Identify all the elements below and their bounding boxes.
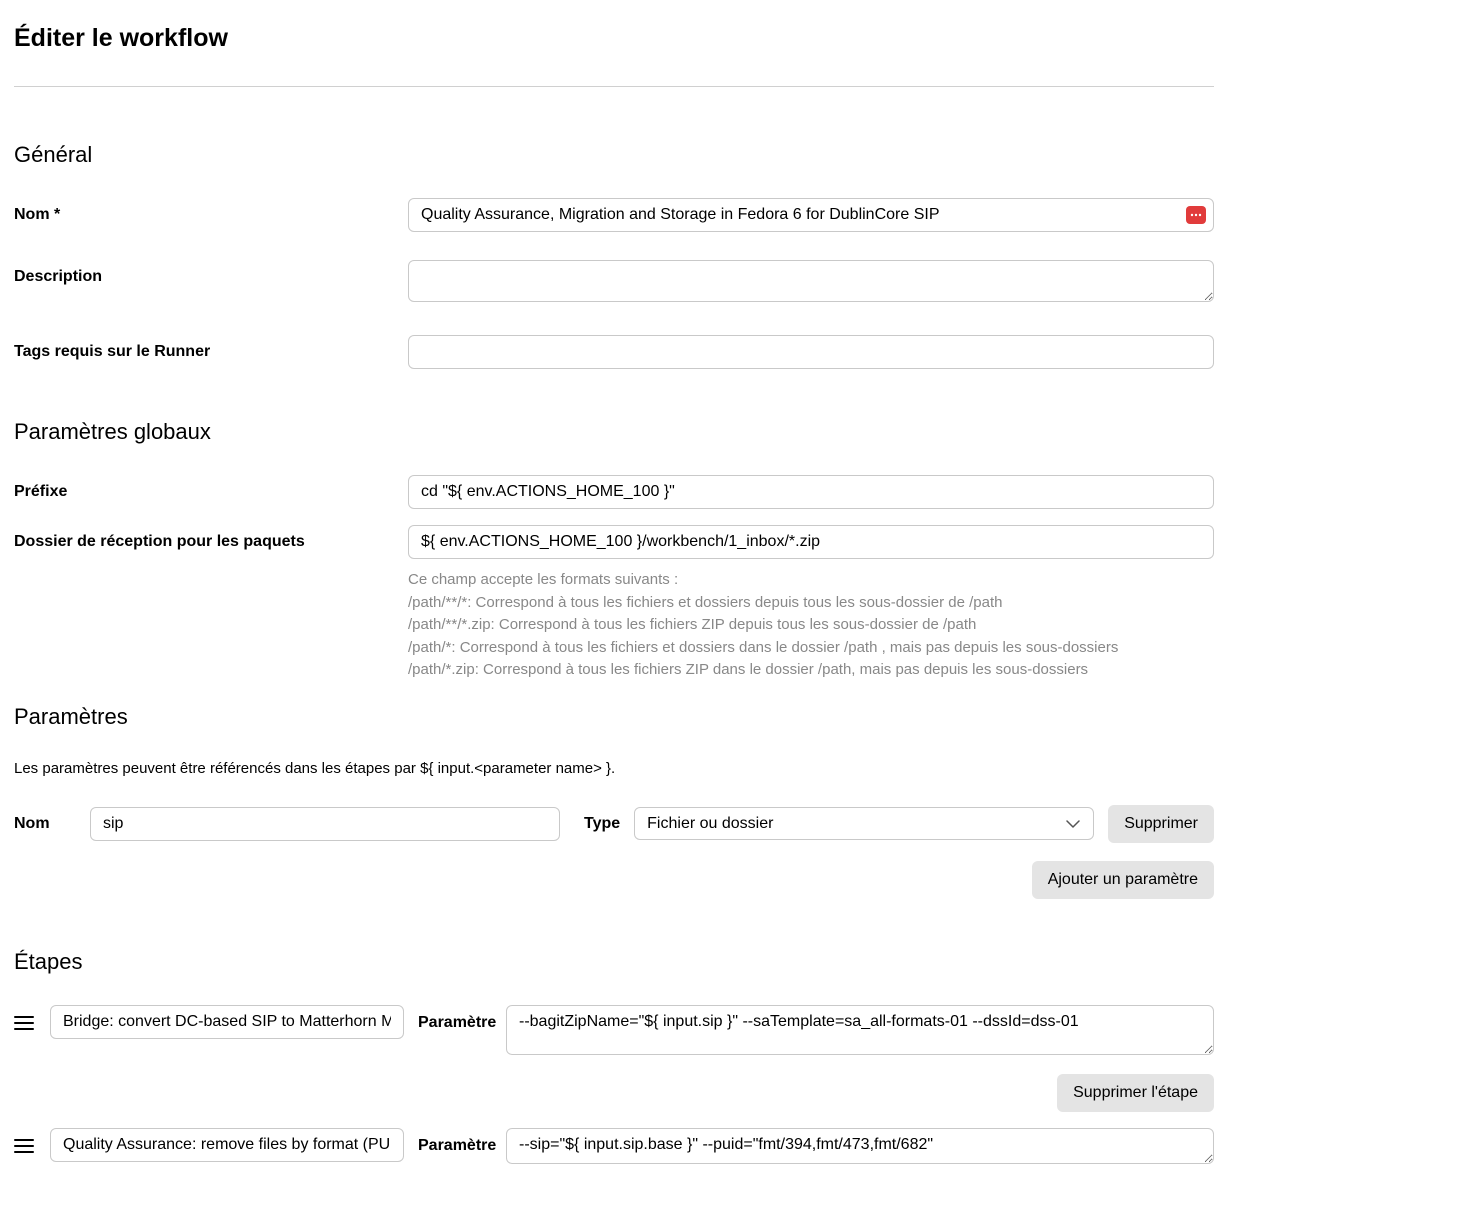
param-name-label: Nom (14, 815, 76, 833)
help-line: /path/*.zip: Correspond à tous les fichi… (408, 659, 1214, 682)
param-name-input[interactable] (90, 807, 560, 841)
inbox-label: Dossier de réception pour les paquets (14, 525, 408, 551)
section-general-heading: Général (14, 142, 1214, 168)
add-param-row: Ajouter un paramètre (14, 861, 1214, 899)
prefix-input[interactable] (408, 475, 1214, 509)
step-param-input[interactable]: --sip="${ input.sip.base }" --puid="fmt/… (506, 1128, 1214, 1164)
name-input[interactable] (408, 198, 1214, 232)
delete-step-button[interactable]: Supprimer l'étape (1057, 1074, 1214, 1112)
row-name: Nom * (14, 198, 1214, 232)
workflow-editor-form: Éditer le workflow Général Nom * Descrip… (14, 24, 1214, 1169)
tags-label: Tags requis sur le Runner (14, 335, 408, 361)
step-name-input[interactable] (50, 1128, 404, 1162)
drag-handle-icon[interactable] (14, 1005, 36, 1031)
step-name-input[interactable] (50, 1005, 404, 1039)
row-description: Description (14, 260, 1214, 307)
lang-badge-icon[interactable] (1186, 206, 1206, 224)
param-row: Nom Type Fichier ou dossier Supprimer (14, 805, 1214, 843)
section-globals-heading: Paramètres globaux (14, 419, 1214, 445)
drag-handle-icon[interactable] (14, 1128, 36, 1154)
step-param-label: Paramètre (418, 1128, 492, 1155)
step-param-input[interactable]: --bagitZipName="${ input.sip }" --saTemp… (506, 1005, 1214, 1055)
inbox-input[interactable] (408, 525, 1214, 559)
row-tags: Tags requis sur le Runner (14, 335, 1214, 369)
inbox-help: Ce champ accepte les formats suivants : … (408, 569, 1214, 682)
help-line: /path/**/*.zip: Correspond à tous les fi… (408, 614, 1214, 637)
description-label: Description (14, 260, 408, 286)
params-note: Les paramètres peuvent être référencés d… (14, 760, 1214, 777)
help-line: Ce champ accepte les formats suivants : (408, 569, 1214, 592)
row-prefix: Préfixe (14, 475, 1214, 509)
delete-param-button[interactable]: Supprimer (1108, 805, 1214, 843)
step-row: Paramètre --sip="${ input.sip.base }" --… (14, 1128, 1214, 1169)
add-param-button[interactable]: Ajouter un paramètre (1032, 861, 1214, 899)
tags-input[interactable] (408, 335, 1214, 369)
section-steps-heading: Étapes (14, 949, 1214, 975)
help-line: /path/*: Correspond à tous les fichiers … (408, 637, 1214, 660)
page-title: Éditer le workflow (14, 24, 1214, 53)
param-type-select[interactable]: Fichier ou dossier (634, 807, 1094, 840)
delete-step-row: Supprimer l'étape (14, 1074, 1214, 1112)
help-line: /path/**/*: Correspond à tous les fichie… (408, 592, 1214, 615)
prefix-label: Préfixe (14, 475, 408, 501)
step-param-label: Paramètre (418, 1005, 492, 1032)
step-row: Paramètre --bagitZipName="${ input.sip }… (14, 1005, 1214, 1060)
name-label: Nom * (14, 198, 408, 224)
row-inbox: Dossier de réception pour les paquets Ce… (14, 525, 1214, 682)
section-params-heading: Paramètres (14, 704, 1214, 730)
param-type-label: Type (584, 815, 620, 833)
description-input[interactable] (408, 260, 1214, 302)
divider (14, 86, 1214, 87)
